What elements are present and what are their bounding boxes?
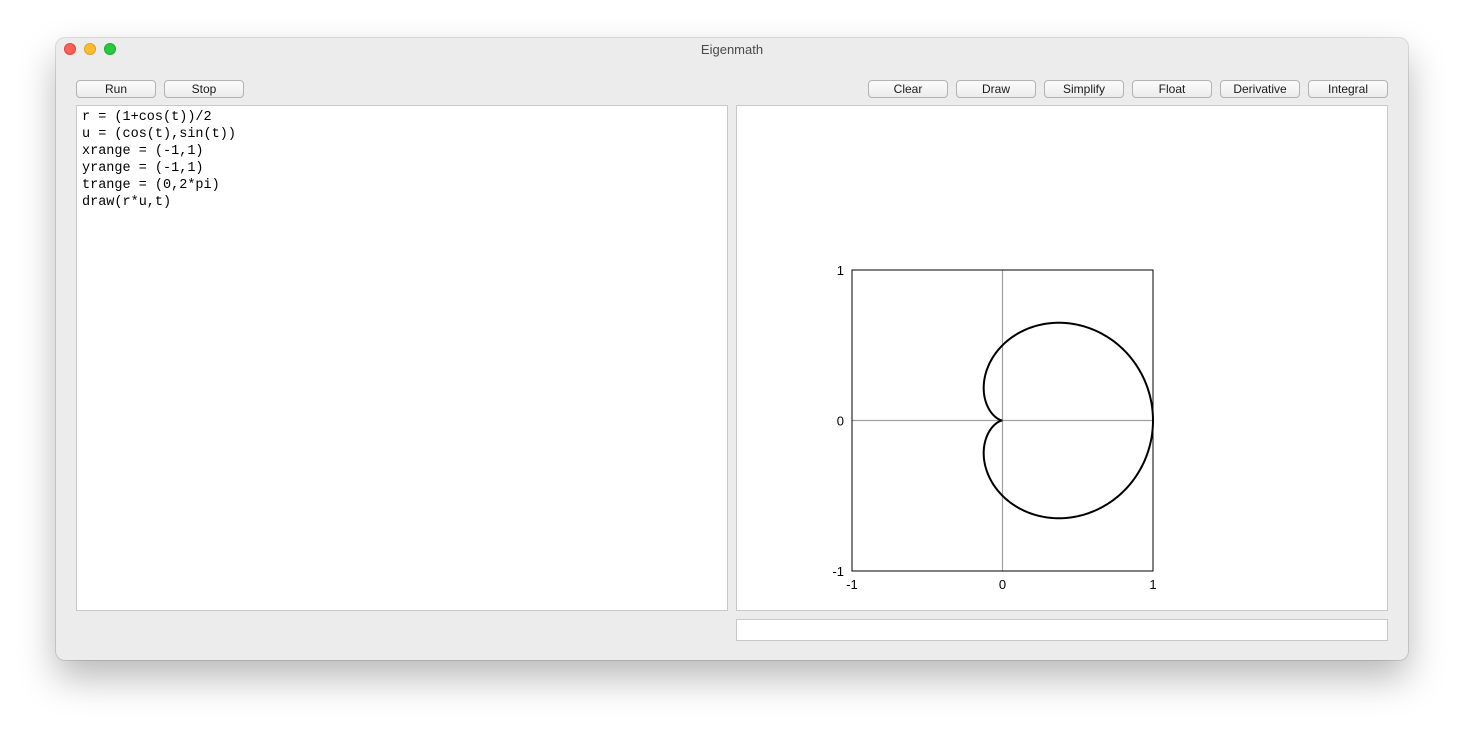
output-panel[interactable]: -1 0 1 1 0 -1 <box>736 105 1388 611</box>
editor-line[interactable]: r = (1+cos(t))/2 <box>82 109 722 126</box>
plot-svg: -1 0 1 1 0 -1 <box>832 263 1156 592</box>
y-tick-label: 1 <box>837 263 844 278</box>
y-tick-label: -1 <box>832 564 844 579</box>
x-tick-label: 1 <box>1149 577 1156 592</box>
editor-line[interactable]: trange = (0,2*pi) <box>82 177 722 194</box>
draw-button[interactable]: Draw <box>956 80 1036 98</box>
title-bar: Eigenmath <box>56 38 1408 62</box>
derivative-button[interactable]: Derivative <box>1220 80 1300 98</box>
y-tick-label: 0 <box>837 414 844 429</box>
editor-line[interactable]: draw(r*u,t) <box>82 194 722 211</box>
editor-line[interactable]: xrange = (-1,1) <box>82 143 722 160</box>
stop-button[interactable]: Stop <box>164 80 244 98</box>
window-title: Eigenmath <box>700 42 764 57</box>
float-button[interactable]: Float <box>1132 80 1212 98</box>
run-button[interactable]: Run <box>76 80 156 98</box>
editor-line[interactable]: u = (cos(t),sin(t)) <box>82 126 722 143</box>
integral-button[interactable]: Integral <box>1308 80 1388 98</box>
simplify-button[interactable]: Simplify <box>1044 80 1124 98</box>
app-window: Eigenmath Run Stop Clear Draw Simplify F… <box>56 38 1408 660</box>
editor-line[interactable]: yrange = (-1,1) <box>82 160 722 177</box>
x-tick-label: 0 <box>999 577 1006 592</box>
clear-button[interactable]: Clear <box>868 80 948 98</box>
script-editor[interactable]: r = (1+cos(t))/2 u = (cos(t),sin(t)) xra… <box>76 105 728 611</box>
x-tick-label: -1 <box>846 577 858 592</box>
result-field[interactable] <box>736 619 1388 641</box>
